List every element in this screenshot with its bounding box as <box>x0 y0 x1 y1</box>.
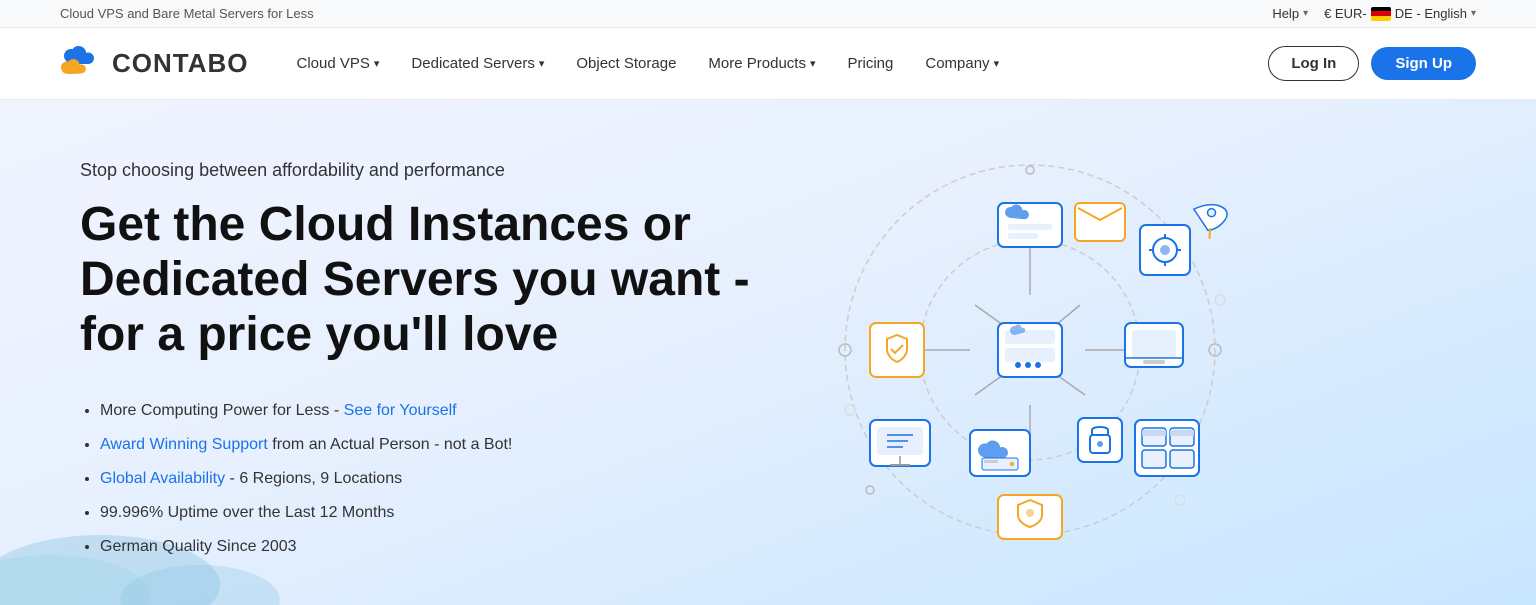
locale-chevron-icon: ▾ <box>1471 8 1476 19</box>
nav-object-storage-label: Object Storage <box>576 55 676 72</box>
see-for-yourself-link[interactable]: See for Yourself <box>344 402 457 419</box>
hero-bullets: More Computing Power for Less - See for … <box>80 395 760 563</box>
list-item: 99.996% Uptime over the Last 12 Months <box>100 497 760 529</box>
cloud-vps-chevron-icon: ▾ <box>374 57 380 70</box>
login-button[interactable]: Log In <box>1268 46 1359 81</box>
bullet-1-prefix: More Computing Power for Less - <box>100 402 344 419</box>
locale-label: DE - English <box>1395 6 1467 21</box>
top-bar: Cloud VPS and Bare Metal Servers for Les… <box>0 0 1536 28</box>
tagline: Cloud VPS and Bare Metal Servers for Les… <box>60 6 314 21</box>
help-menu[interactable]: Help ▾ <box>1272 6 1308 21</box>
nav-item-dedicated-servers[interactable]: Dedicated Servers ▾ <box>395 28 560 100</box>
nav-item-cloud-vps[interactable]: Cloud VPS ▾ <box>281 28 396 100</box>
list-item: More Computing Power for Less - See for … <box>100 395 760 427</box>
hero-illustration <box>760 140 1280 540</box>
company-chevron-icon: ▾ <box>994 57 1000 70</box>
logo-link[interactable]: CONTABO <box>60 46 249 82</box>
nav-item-company[interactable]: Company ▾ <box>909 28 1015 100</box>
top-bar-right: Help ▾ € EUR- DE - English ▾ <box>1272 6 1476 21</box>
dedicated-servers-chevron-icon: ▾ <box>539 57 545 70</box>
bullet-5-text: German Quality Since 2003 <box>100 538 297 555</box>
nav-company-label: Company <box>925 55 989 72</box>
hero-title: Get the Cloud Instances or Dedicated Ser… <box>80 197 760 363</box>
nav-pricing-label: Pricing <box>848 55 894 72</box>
nav-cloud-vps-label: Cloud VPS <box>297 55 370 72</box>
bullet-4-text: 99.996% Uptime over the Last 12 Months <box>100 504 394 521</box>
help-chevron-icon: ▾ <box>1303 8 1308 19</box>
nav-item-more-products[interactable]: More Products ▾ <box>692 28 831 100</box>
global-availability-link[interactable]: Global Availability <box>100 470 225 487</box>
nav-actions: Log In Sign Up <box>1268 46 1476 81</box>
more-products-chevron-icon: ▾ <box>810 57 816 70</box>
nav-more-products-label: More Products <box>708 55 806 72</box>
currency-label: € EUR- <box>1324 6 1367 21</box>
signup-button[interactable]: Sign Up <box>1371 47 1476 80</box>
flag-de-icon <box>1371 7 1391 21</box>
help-label: Help <box>1272 6 1299 21</box>
list-item: Global Availability - 6 Regions, 9 Locat… <box>100 463 760 495</box>
award-support-link[interactable]: Award Winning Support <box>100 436 268 453</box>
bullet-3-suffix: - 6 Regions, 9 Locations <box>225 470 402 487</box>
list-item: Award Winning Support from an Actual Per… <box>100 429 760 461</box>
currency-menu[interactable]: € EUR- DE - English ▾ <box>1324 6 1476 21</box>
main-nav: CONTABO Cloud VPS ▾ Dedicated Servers ▾ … <box>0 28 1536 100</box>
nav-dedicated-servers-label: Dedicated Servers <box>411 55 534 72</box>
nav-links: Cloud VPS ▾ Dedicated Servers ▾ Object S… <box>281 28 1269 100</box>
hero-subtitle: Stop choosing between affordability and … <box>80 160 760 181</box>
infrastructure-diagram <box>760 140 1280 560</box>
bullet-2-suffix: from an Actual Person - not a Bot! <box>268 436 513 453</box>
nav-item-pricing[interactable]: Pricing <box>832 28 910 100</box>
hero-content: Stop choosing between affordability and … <box>80 160 760 565</box>
nav-item-object-storage[interactable]: Object Storage <box>560 28 692 100</box>
list-item: German Quality Since 2003 <box>100 531 760 563</box>
logo-text: CONTABO <box>112 48 249 79</box>
contabo-logo-icon <box>60 46 104 82</box>
hero-section: Stop choosing between affordability and … <box>0 100 1536 605</box>
